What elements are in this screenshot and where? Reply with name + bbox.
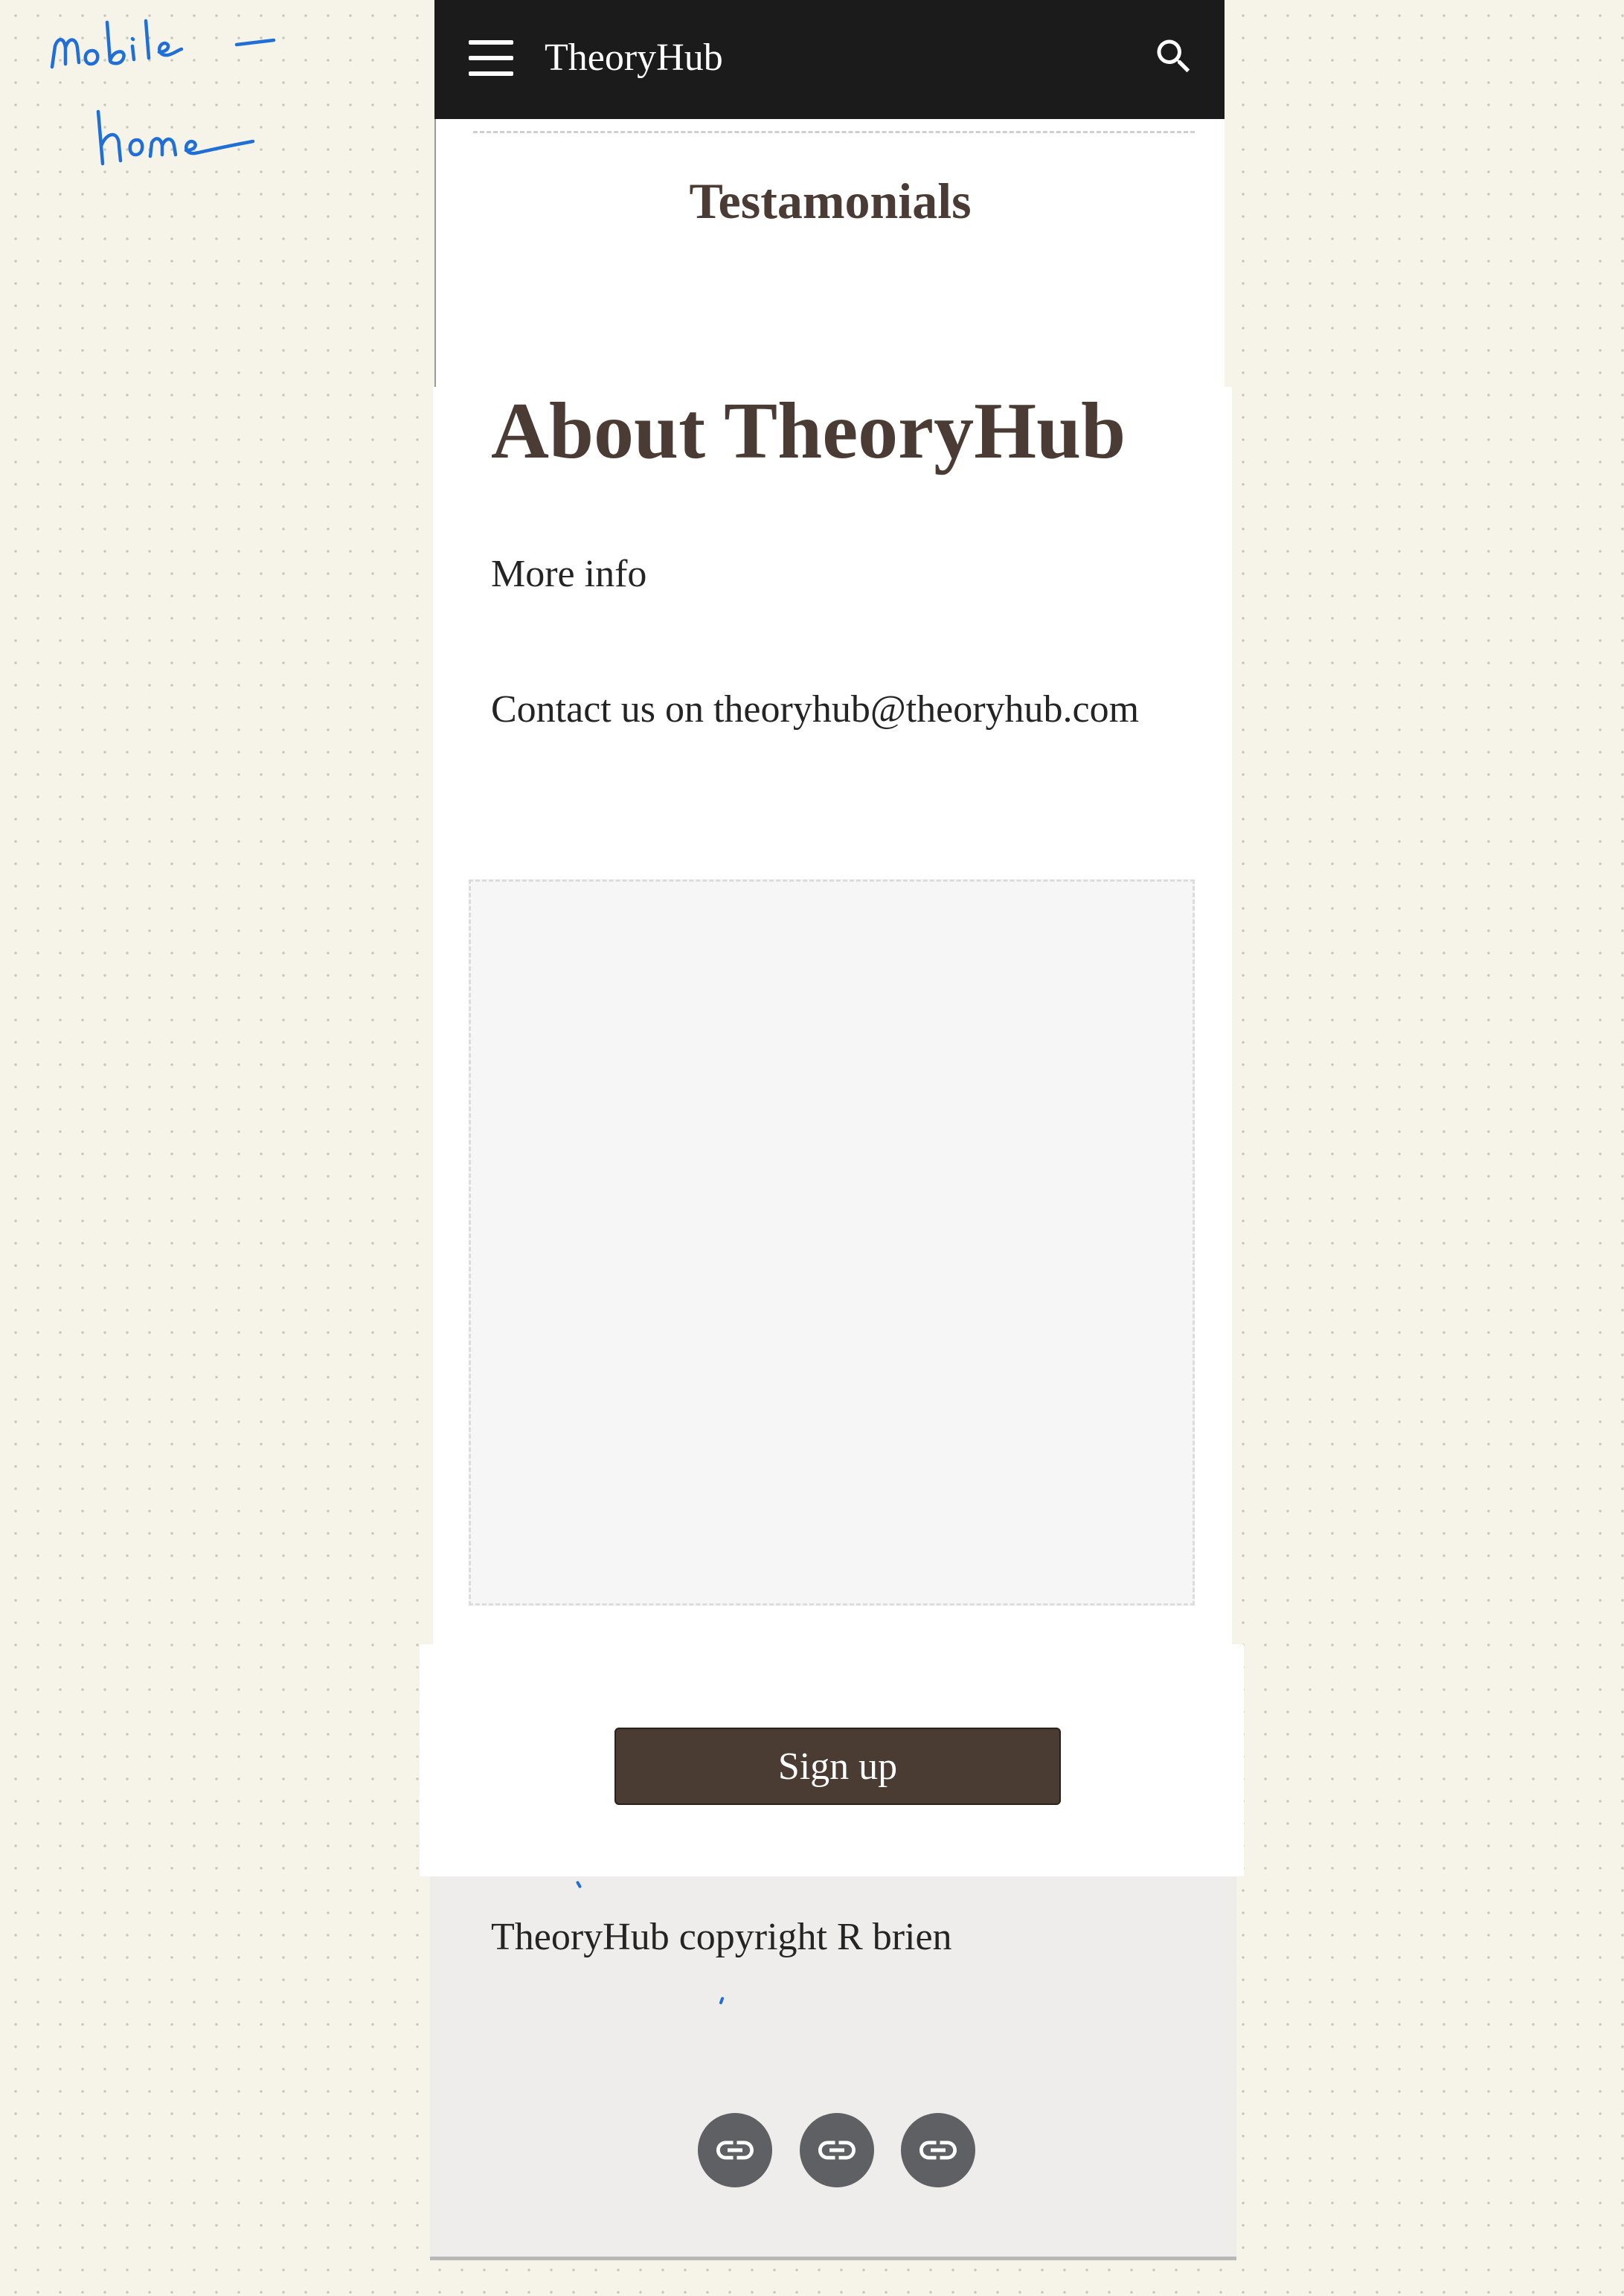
footer-copyright: TheoryHub copyright R brien [491,1916,952,1958]
testimonials-section: Testamonials [434,119,1225,387]
footer: TheoryHub copyright R brien [430,1876,1236,2260]
signup-section: Sign up [420,1644,1244,1876]
more-info-text: More info [491,553,647,595]
stray-pen-mark [719,1996,725,2005]
social-link-3[interactable] [901,2113,975,2187]
app-title[interactable]: TheoryHub [545,34,723,82]
hamburger-menu-icon[interactable] [469,40,513,76]
social-link-1[interactable] [698,2113,772,2187]
handwritten-annotation [50,19,276,166]
link-icon [716,2141,754,2160]
stray-pen-mark [575,1880,582,1889]
signup-button[interactable]: Sign up [614,1728,1061,1805]
link-icon [919,2141,957,2160]
link-icon [818,2141,856,2160]
social-link-2[interactable] [800,2113,874,2187]
about-heading: About TheoryHub [491,387,1126,475]
about-section: About TheoryHub More info Contact us on … [433,387,1232,1644]
contact-text: Contact us on theoryhub@theoryhub.com [491,688,1140,731]
image-placeholder [469,879,1195,1606]
top-app-bar: TheoryHub [434,0,1225,119]
dashed-divider [473,131,1195,133]
testimonials-heading: Testamonials [689,173,972,229]
search-icon[interactable] [1152,34,1196,79]
